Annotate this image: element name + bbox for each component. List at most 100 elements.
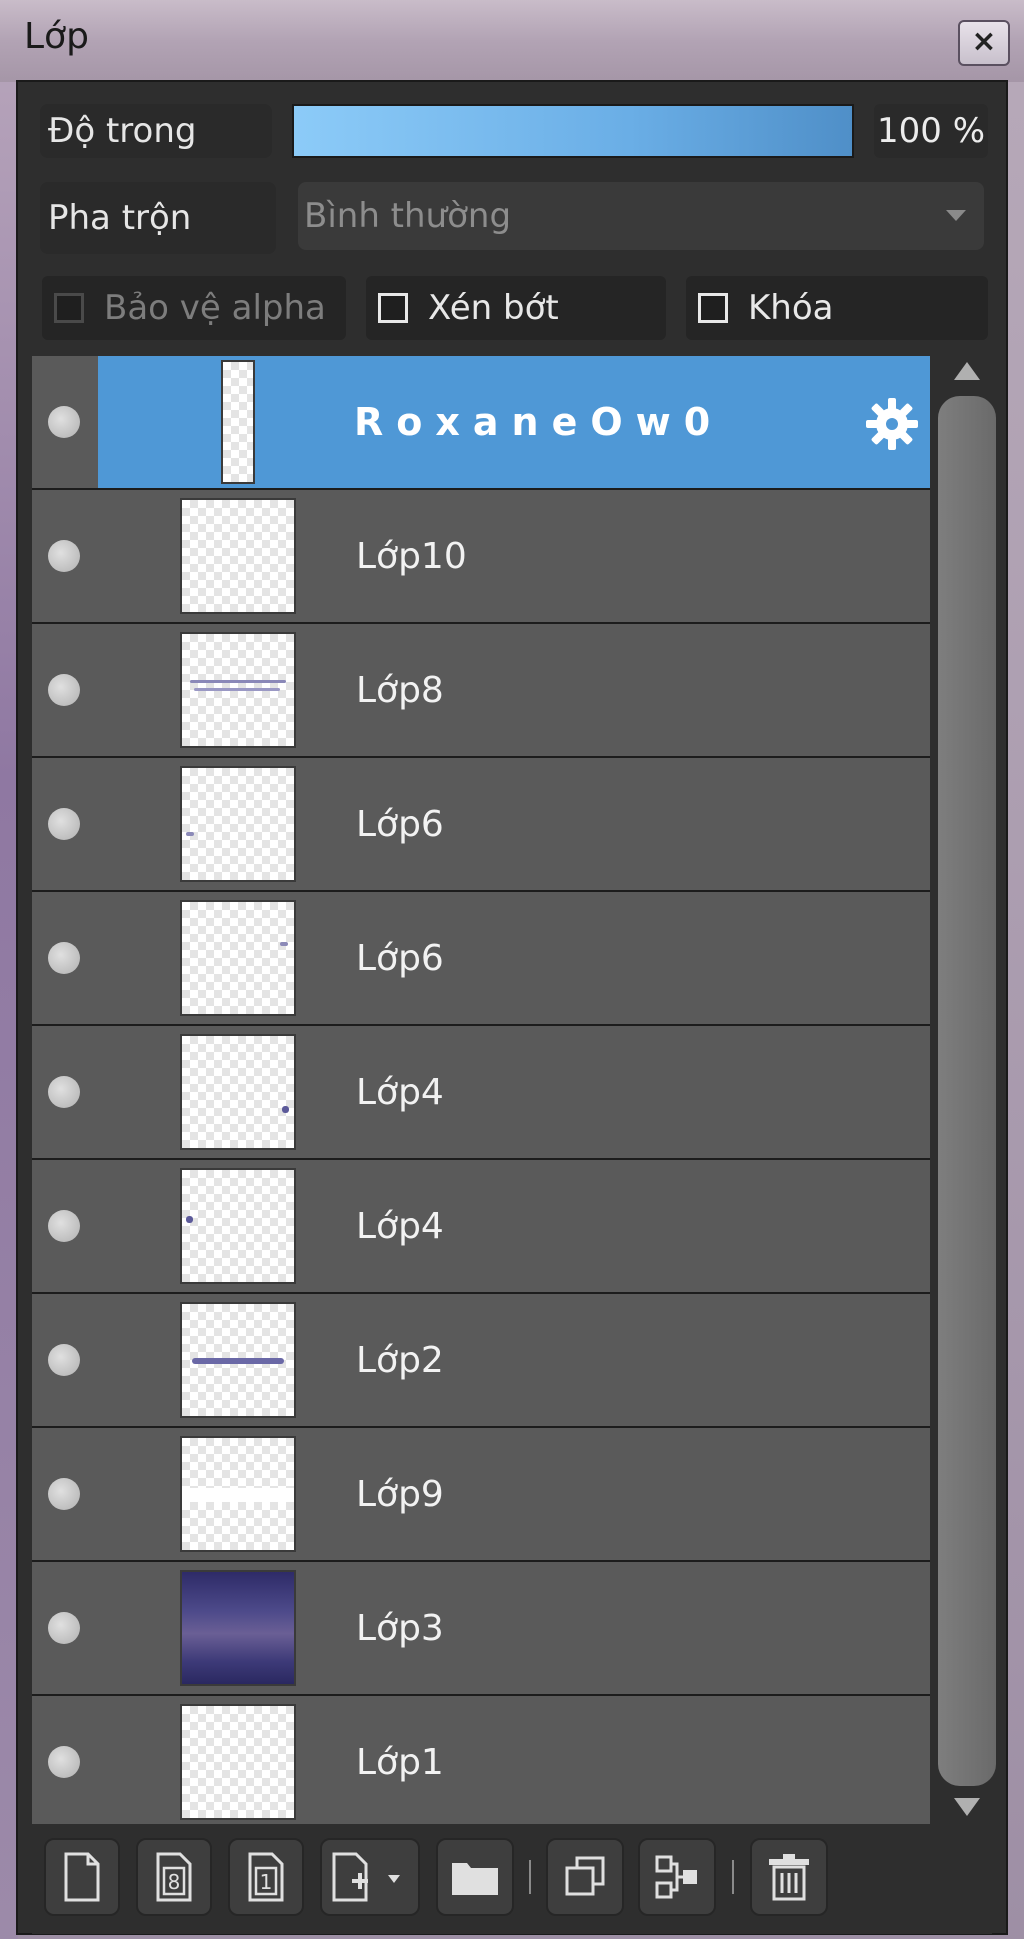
layer-name: Lớp4 — [356, 1071, 444, 1113]
scroll-down-arrow-icon[interactable] — [954, 1798, 980, 1816]
visibility-dot-icon — [48, 540, 80, 572]
opacity-label: Độ trong — [40, 104, 272, 158]
layer-content[interactable]: Lớp2 — [98, 1294, 930, 1426]
layer-thumbnail — [180, 1704, 296, 1820]
visibility-toggle[interactable] — [32, 1562, 98, 1694]
layer-name: Lớp10 — [356, 535, 467, 577]
toolbar-separator — [732, 1860, 734, 1894]
layer-scrollbar[interactable] — [936, 356, 996, 1824]
layer-row[interactable]: RoxaneOw0 — [32, 356, 930, 490]
merge-icon — [655, 1855, 697, 1899]
layer-8bit-icon: 8 — [156, 1852, 192, 1902]
layer-name: Lớp2 — [356, 1339, 444, 1381]
layer-thumbnail — [180, 1436, 296, 1552]
visibility-dot-icon — [48, 1210, 80, 1242]
layer-content[interactable]: Lớp4 — [98, 1026, 930, 1158]
visibility-dot-icon — [48, 808, 80, 840]
layer-content[interactable]: Lớp3 — [98, 1562, 930, 1694]
layer-row[interactable]: Lớp4 — [32, 1026, 930, 1160]
visibility-toggle[interactable] — [32, 758, 98, 890]
layer-content[interactable]: RoxaneOw0 — [98, 356, 930, 488]
clip-label: Xén bớt — [428, 288, 559, 328]
lock-checkbox[interactable]: Khóa — [686, 276, 988, 340]
layer-thumbnail — [221, 360, 255, 484]
layer-row[interactable]: Lớp4 — [32, 1160, 930, 1294]
visibility-toggle[interactable] — [32, 1026, 98, 1158]
layer-name: Lớp8 — [356, 669, 444, 711]
layer-content[interactable]: Lớp9 — [98, 1428, 930, 1560]
checkbox-square-icon — [378, 293, 408, 323]
visibility-toggle[interactable] — [32, 490, 98, 622]
visibility-toggle[interactable] — [32, 1696, 98, 1824]
layer-content[interactable]: Lớp10 — [98, 490, 930, 622]
window-titlebar: Lớp × — [0, 0, 1024, 82]
visibility-toggle[interactable] — [32, 1294, 98, 1426]
visibility-dot-icon — [48, 942, 80, 974]
merge-layer-button[interactable] — [638, 1838, 716, 1916]
alpha-protect-label: Bảo vệ alpha — [104, 288, 326, 328]
new-folder-button[interactable] — [436, 1838, 514, 1916]
visibility-toggle[interactable] — [32, 1160, 98, 1292]
visibility-toggle[interactable] — [32, 624, 98, 756]
visibility-dot-icon — [48, 674, 80, 706]
gear-icon[interactable] — [864, 396, 920, 452]
opacity-slider[interactable] — [292, 104, 854, 158]
layer-thumbnail — [180, 1168, 296, 1284]
layer-list[interactable]: RoxaneOw0 Lớp10 Lớp8 Lớp6 Lớp6 Lớp4 Lớp4… — [32, 356, 930, 1824]
trash-icon — [769, 1854, 809, 1901]
clip-checkbox[interactable]: Xén bớt — [366, 276, 666, 340]
layer-content[interactable]: Lớp6 — [98, 892, 930, 1024]
layer-name: RoxaneOw0 — [354, 400, 724, 444]
chevron-down-icon — [946, 210, 966, 221]
layer-row[interactable]: Lớp9 — [32, 1428, 930, 1562]
layer-name: Lớp1 — [356, 1741, 444, 1783]
scroll-thumb[interactable] — [938, 396, 996, 1786]
visibility-dot-icon — [48, 406, 80, 438]
layer-name: Lớp9 — [356, 1473, 444, 1515]
layer-row[interactable]: Lớp6 — [32, 892, 930, 1026]
layer-content[interactable]: Lớp8 — [98, 624, 930, 756]
opacity-value[interactable]: 100 % — [874, 104, 988, 158]
layer-row[interactable]: Lớp2 — [32, 1294, 930, 1428]
layer-row[interactable]: Lớp6 — [32, 758, 930, 892]
layer-name: Lớp3 — [356, 1607, 444, 1649]
layer-content[interactable]: Lớp4 — [98, 1160, 930, 1292]
layer-thumbnail — [180, 498, 296, 614]
checkbox-square-icon — [698, 293, 728, 323]
lock-label: Khóa — [748, 288, 834, 328]
visibility-dot-icon — [48, 1076, 80, 1108]
visibility-toggle[interactable] — [32, 1428, 98, 1560]
counter-8: 8 — [168, 1870, 181, 1894]
layer-row[interactable]: Lớp1 — [32, 1696, 930, 1824]
layer-content[interactable]: Lớp6 — [98, 758, 930, 890]
duplicate-layer-button[interactable] — [546, 1838, 624, 1916]
add-layer-menu-button[interactable] — [320, 1838, 420, 1916]
layer-1bit-icon: 1 — [248, 1852, 284, 1902]
layer-row[interactable]: Lớp10 — [32, 490, 930, 624]
add-layer-menu-icon — [332, 1852, 400, 1902]
layer-name: Lớp6 — [356, 937, 444, 979]
counter-1: 1 — [260, 1870, 273, 1894]
visibility-toggle[interactable] — [32, 892, 98, 1024]
layer-row[interactable]: Lớp8 — [32, 624, 930, 758]
layer-name: Lớp6 — [356, 803, 444, 845]
layer-thumbnail — [180, 1570, 296, 1686]
delete-layer-button[interactable] — [750, 1838, 828, 1916]
new-8bit-layer-button[interactable]: 8 — [136, 1838, 212, 1916]
layer-thumbnail — [180, 900, 296, 1016]
scroll-up-arrow-icon[interactable] — [954, 362, 980, 380]
layer-row[interactable]: Lớp3 — [32, 1562, 930, 1696]
layer-toolbar: 8 1 — [32, 1824, 992, 1934]
new-layer-button[interactable] — [44, 1838, 120, 1916]
close-button[interactable]: × — [958, 20, 1010, 66]
layer-thumbnail — [180, 766, 296, 882]
toolbar-separator — [529, 1860, 531, 1894]
visibility-toggle[interactable] — [32, 356, 98, 488]
blend-mode-select[interactable]: Bình thường — [298, 182, 984, 250]
checkbox-square-icon — [54, 293, 84, 323]
alpha-protect-checkbox[interactable]: Bảo vệ alpha — [42, 276, 346, 340]
visibility-dot-icon — [48, 1612, 80, 1644]
layer-thumbnail — [180, 1034, 296, 1150]
new-1bit-layer-button[interactable]: 1 — [228, 1838, 304, 1916]
layer-content[interactable]: Lớp1 — [98, 1696, 930, 1824]
